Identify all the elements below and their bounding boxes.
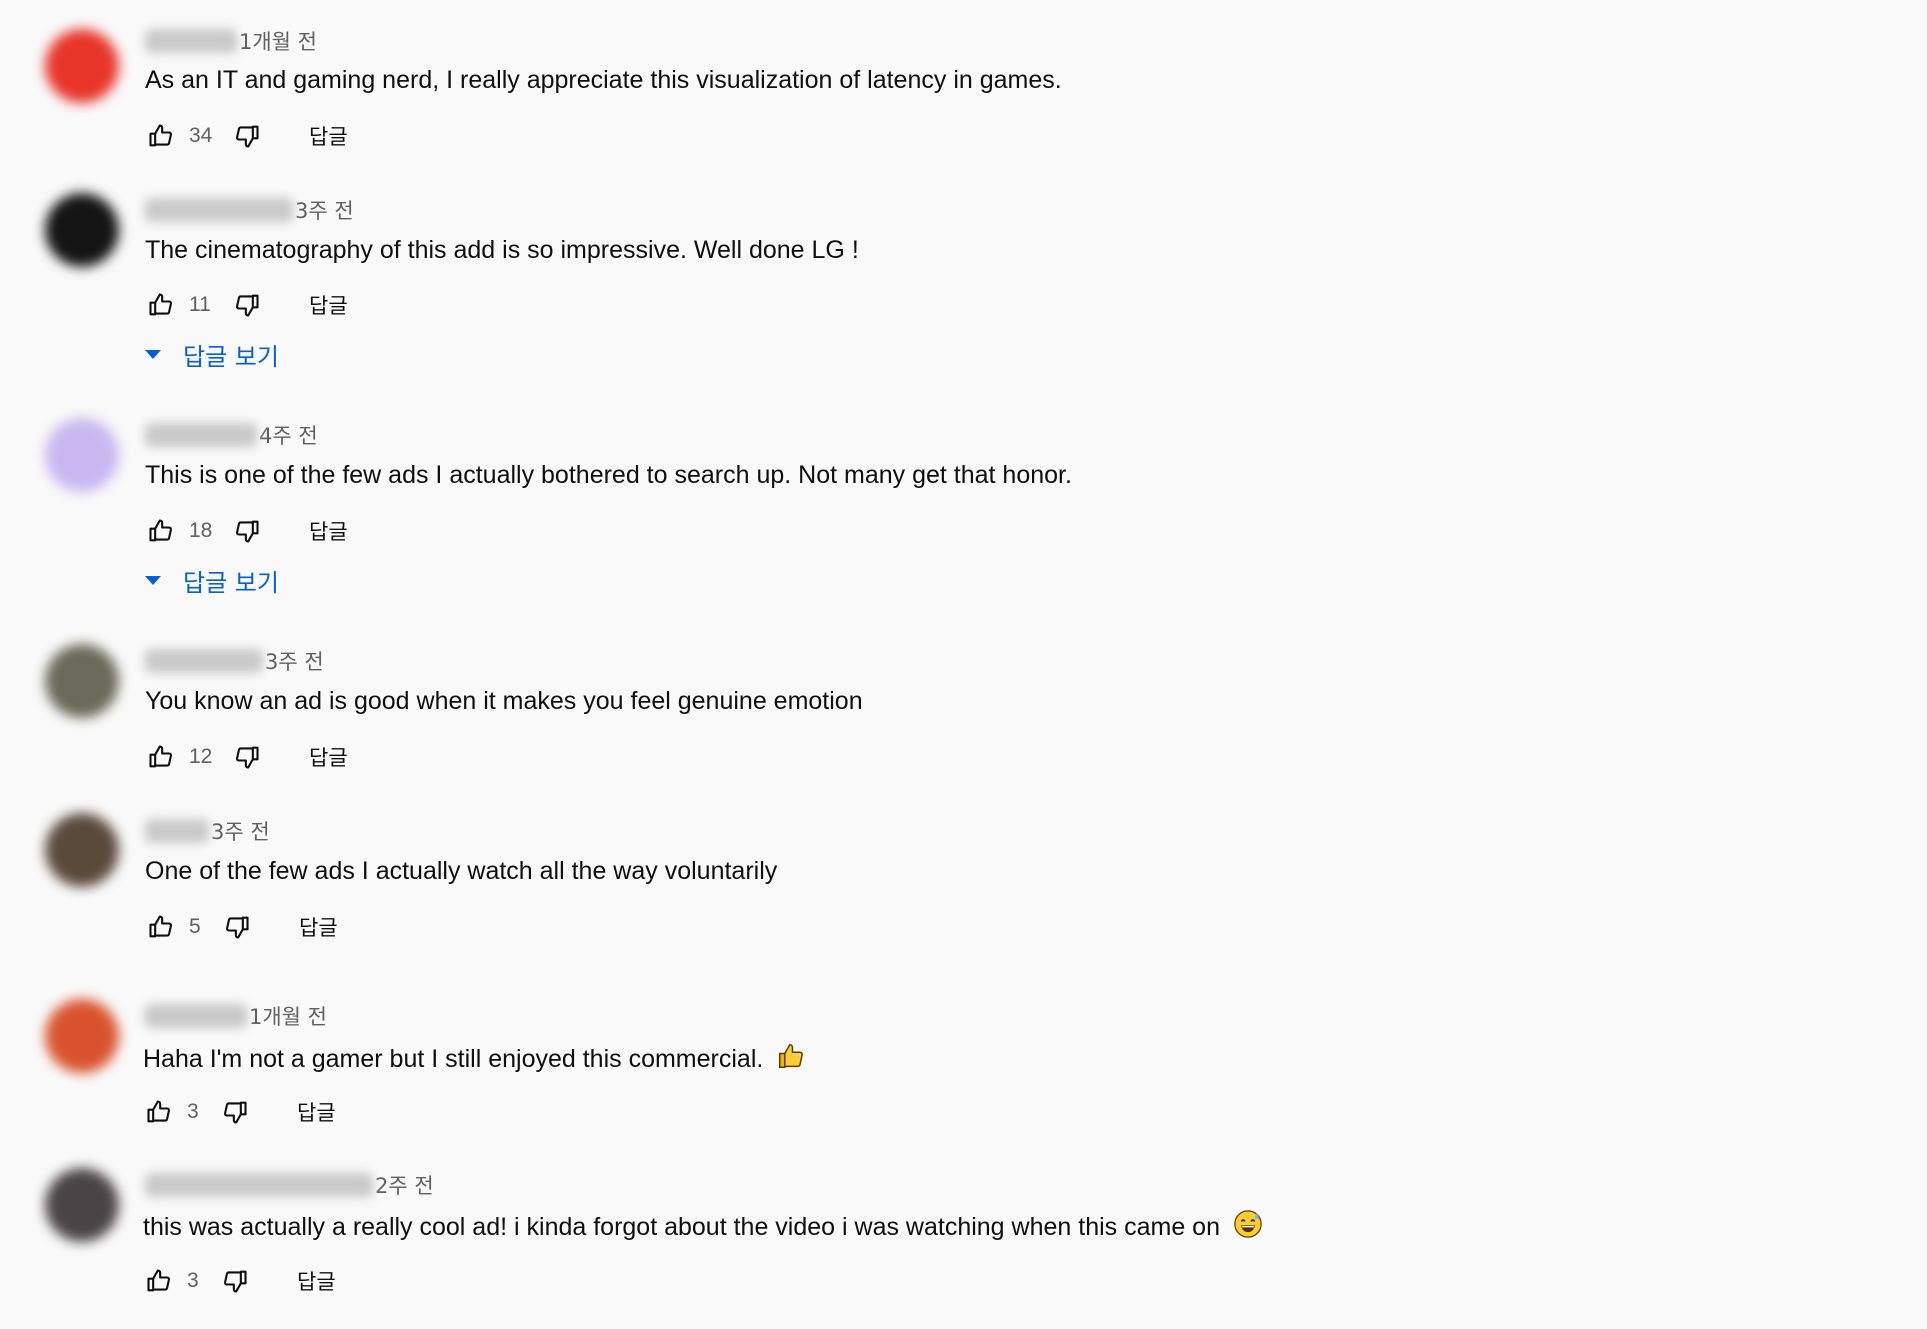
avatar[interactable] [45, 999, 119, 1073]
comment-actions: 3 답글 [143, 1094, 336, 1130]
like-count: 12 [189, 745, 213, 768]
reply-button[interactable]: 답글 [299, 908, 338, 946]
thumbs-up-icon[interactable] [143, 1096, 175, 1128]
comment-time[interactable]: 3주 전 [265, 646, 324, 676]
author-name-blurred[interactable] [145, 1004, 247, 1028]
comment-header: 3주 전 [145, 645, 324, 677]
caret-down-icon [145, 575, 161, 585]
comment-actions: 5 답글 [145, 909, 338, 945]
like-count: 11 [189, 293, 211, 316]
comment-time[interactable]: 3주 전 [295, 195, 354, 225]
comment-text: You know an ad is good when it makes you… [145, 687, 863, 715]
reply-button[interactable]: 답글 [297, 1262, 336, 1300]
thumbs-up-icon[interactable] [145, 741, 177, 773]
thumbs-up-icon[interactable] [145, 120, 177, 152]
author-name-blurred[interactable] [145, 423, 257, 447]
view-replies-label: 답글 보기 [183, 568, 279, 597]
comment-actions: 12 답글 [145, 739, 348, 775]
comment-header: 1개월 전 [145, 25, 317, 57]
comment-time[interactable]: 3주 전 [211, 816, 270, 846]
thumbs-up-icon[interactable] [145, 911, 177, 943]
comment-time[interactable]: 4주 전 [259, 420, 318, 450]
comment-time[interactable]: 2주 전 [375, 1170, 434, 1200]
thumbs-down-icon[interactable] [231, 289, 263, 321]
reply-button[interactable]: 답글 [309, 117, 348, 155]
comment-text: this was actually a really cool ad! i ki… [143, 1209, 1263, 1247]
thumbs-down-icon[interactable] [231, 120, 263, 152]
comment-actions: 18 답글 [145, 513, 348, 549]
thumbs-down-icon[interactable] [231, 741, 263, 773]
comment-text-content: Haha I'm not a gamer but I still enjoyed… [143, 1045, 764, 1073]
comment-text-content: this was actually a really cool ad! i ki… [143, 1213, 1220, 1241]
author-name-blurred[interactable] [145, 29, 237, 53]
thumbs-up-emoji-icon [776, 1041, 806, 1079]
thumbs-up-icon[interactable] [145, 289, 177, 321]
comment-text: This is one of the few ads I actually bo… [145, 461, 1072, 489]
avatar[interactable] [45, 418, 119, 492]
comment-actions: 11 답글 [145, 287, 348, 323]
avatar[interactable] [45, 193, 119, 267]
comment-actions: 34 답글 [145, 118, 348, 154]
comment-text: Haha I'm not a gamer but I still enjoyed… [143, 1041, 806, 1079]
comment-text: The cinematography of this add is so imp… [145, 236, 859, 264]
view-replies-button[interactable]: 답글 보기 [143, 336, 279, 372]
like-count: 18 [189, 519, 213, 542]
comment-header: 4주 전 [145, 419, 318, 451]
author-name-blurred[interactable] [145, 1173, 373, 1197]
reply-button[interactable]: 답글 [309, 738, 348, 776]
thumbs-down-icon[interactable] [231, 515, 263, 547]
comment-header: 2주 전 [145, 1169, 434, 1201]
author-name-blurred[interactable] [145, 649, 263, 673]
author-name-blurred[interactable] [145, 819, 209, 843]
reply-button[interactable]: 답글 [309, 286, 348, 324]
thumbs-down-icon[interactable] [219, 1096, 251, 1128]
comment-header: 3주 전 [145, 815, 270, 847]
avatar[interactable] [45, 29, 119, 103]
avatar[interactable] [45, 813, 119, 887]
comment-header: 1개월 전 [145, 1000, 327, 1032]
like-count: 34 [189, 124, 213, 147]
reply-button[interactable]: 답글 [297, 1093, 336, 1131]
sweat-smile-emoji-icon [1233, 1209, 1263, 1247]
like-count: 3 [187, 1269, 199, 1292]
thumbs-up-icon[interactable] [145, 515, 177, 547]
caret-down-icon [145, 349, 161, 359]
thumbs-up-icon[interactable] [143, 1265, 175, 1297]
thumbs-down-icon[interactable] [221, 911, 253, 943]
comment-time[interactable]: 1개월 전 [239, 26, 317, 56]
comment-text: One of the few ads I actually watch all … [145, 857, 778, 885]
like-count: 5 [189, 915, 201, 938]
author-name-blurred[interactable] [145, 198, 293, 222]
reply-button[interactable]: 답글 [309, 512, 348, 550]
avatar[interactable] [45, 644, 119, 718]
comment-actions: 3 답글 [143, 1263, 336, 1299]
like-count: 3 [187, 1100, 199, 1123]
comment-text: As an IT and gaming nerd, I really appre… [145, 66, 1062, 94]
thumbs-down-icon[interactable] [219, 1265, 251, 1297]
view-replies-label: 답글 보기 [183, 342, 279, 371]
avatar[interactable] [45, 1168, 119, 1242]
comment-time[interactable]: 1개월 전 [249, 1001, 327, 1031]
comment-header: 3주 전 [145, 194, 354, 226]
view-replies-button[interactable]: 답글 보기 [143, 562, 279, 598]
